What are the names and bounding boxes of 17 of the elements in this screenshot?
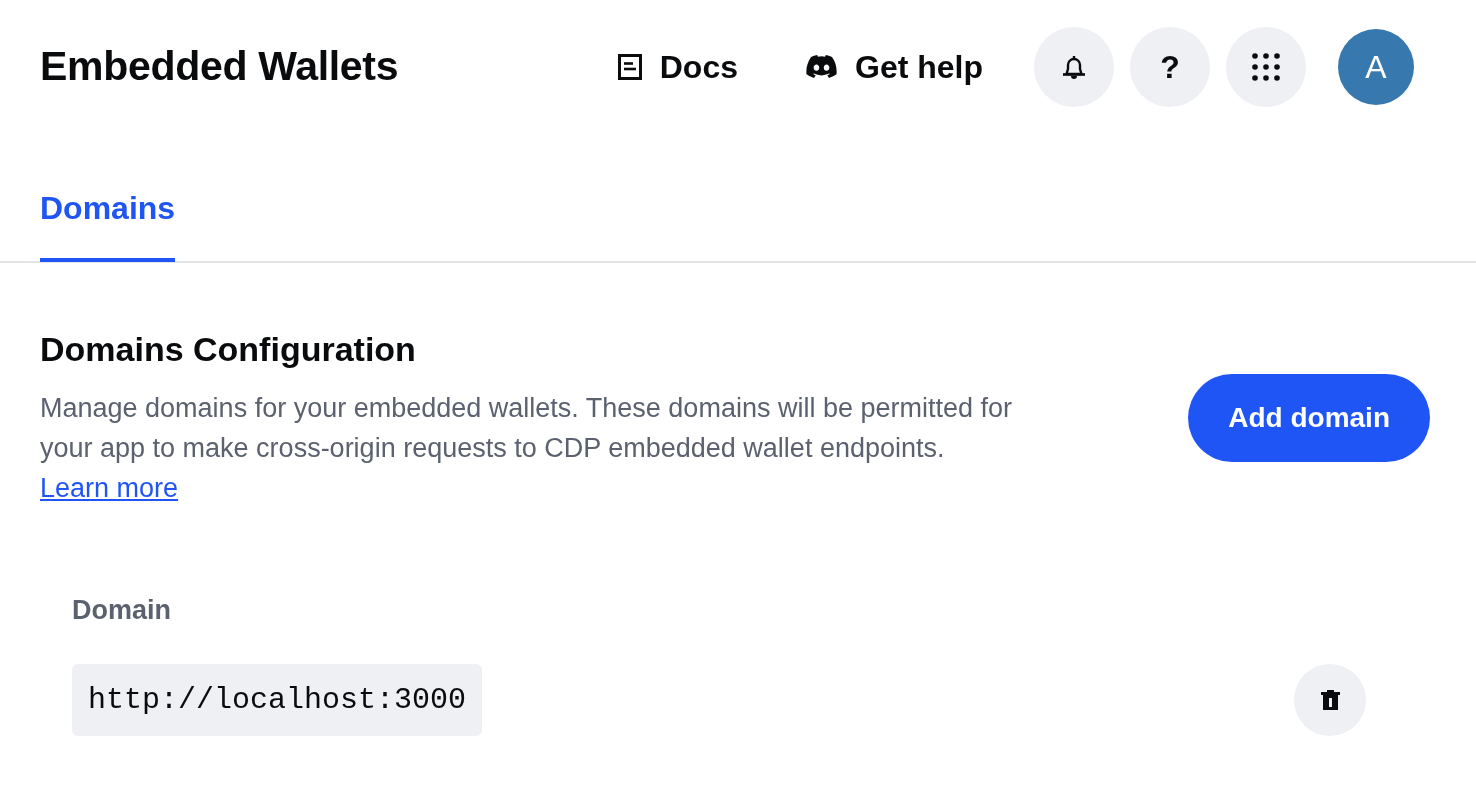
column-header: Domain xyxy=(72,593,172,627)
app-title: Embedded Wallets xyxy=(40,42,399,92)
trash-icon xyxy=(1320,690,1340,711)
bell-icon xyxy=(1061,54,1087,80)
section-title: Domains Configuration xyxy=(40,329,417,370)
tab[interactable]: Domains xyxy=(40,184,176,262)
learn-more-link[interactable]: Learn more xyxy=(40,472,179,503)
docs-link[interactable]: Docs xyxy=(617,43,738,91)
game-controller-icon xyxy=(806,55,837,79)
help-button[interactable]: ? xyxy=(1130,27,1210,107)
get-help-link[interactable]: Get help xyxy=(806,43,983,91)
domain-value: http://localhost:3000 xyxy=(72,664,483,737)
grid-icon xyxy=(1252,53,1280,81)
user-avatar[interactable]: A xyxy=(1338,29,1414,105)
section-description: Manage domains for your embedded wallets. These domains will be permitted for your app to make cross-origin requests to CDP embedded wallet endpoints. Learn more xyxy=(40,391,1013,505)
document-icon xyxy=(617,54,642,80)
add-domain-button[interactable]: Add domain xyxy=(1188,374,1430,463)
